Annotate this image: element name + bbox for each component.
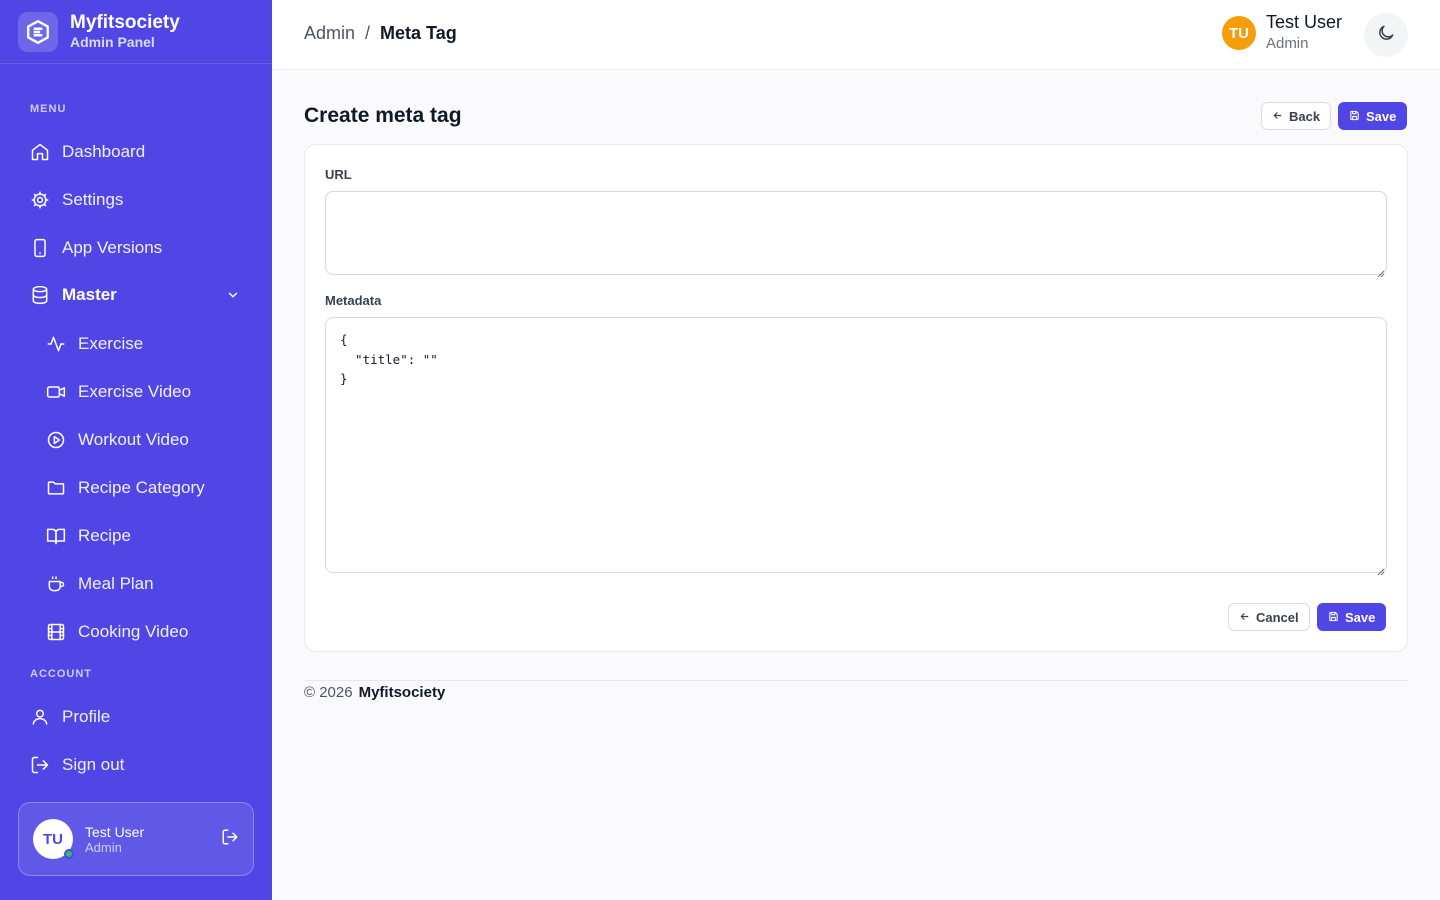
url-input[interactable] <box>325 191 1387 275</box>
sidebar: Myfitsociety Admin Panel MENU Dashboard … <box>0 0 272 900</box>
footer-copyright: © 2026 <box>304 684 353 701</box>
save-icon <box>1328 610 1339 625</box>
sidebar-item-label: Settings <box>62 190 124 209</box>
sidebar-user-card: TU Test User Admin <box>18 802 254 876</box>
chevron-down-icon <box>226 287 240 307</box>
menu-section-label: MENU <box>30 103 67 115</box>
video-camera-icon <box>46 382 66 402</box>
account-section-label: ACCOUNT <box>30 668 92 680</box>
film-icon <box>46 622 66 642</box>
footer-brand[interactable]: Myfitsociety <box>359 684 446 701</box>
topbar: Admin / Meta Tag TU Test User Admin <box>272 0 1440 70</box>
save-button[interactable]: Save <box>1338 102 1408 130</box>
metadata-label: Metadata <box>325 293 382 308</box>
sidebar-item-label: Sign out <box>62 755 125 774</box>
form-save-button[interactable]: Save <box>1317 603 1387 631</box>
sidebar-item-exercise[interactable]: Exercise <box>34 324 254 364</box>
sidebar-item-meal-plan[interactable]: Meal Plan <box>34 564 254 604</box>
avatar-initials: TU <box>43 830 63 848</box>
online-status-dot <box>64 849 74 859</box>
brand[interactable]: Myfitsociety Admin Panel <box>0 0 272 64</box>
back-button[interactable]: Back <box>1261 102 1332 130</box>
activity-icon <box>46 334 66 354</box>
arrow-left-icon <box>1272 109 1283 124</box>
book-open-icon <box>46 526 66 546</box>
breadcrumb-current: Meta Tag <box>380 23 457 43</box>
breadcrumb-separator: / <box>365 23 371 43</box>
avatar: TU <box>1221 16 1256 50</box>
avatar[interactable]: TU <box>33 819 74 859</box>
user-role: Admin <box>1265 35 1309 52</box>
metadata-textarea[interactable]: { "title": "" } <box>325 317 1387 573</box>
back-button-label: Back <box>1289 108 1321 124</box>
sidebar-item-cooking-video[interactable]: Cooking Video <box>34 612 254 652</box>
page-title: Create meta tag <box>304 104 462 127</box>
sidebar-item-label: App Versions <box>62 238 163 257</box>
cancel-button-label: Cancel <box>1256 609 1299 625</box>
meta-tag-form: URL Metadata { "title": "" } Cancel Save <box>304 144 1408 652</box>
sidebar-item-recipe[interactable]: Recipe <box>34 516 254 556</box>
breadcrumb: Admin / Meta Tag <box>304 23 457 44</box>
sidebar-item-workout-video[interactable]: Workout Video <box>34 420 254 460</box>
user-icon <box>30 707 50 727</box>
sidebar-item-exercise-video[interactable]: Exercise Video <box>34 372 254 412</box>
play-circle-icon <box>46 430 66 450</box>
sidebar-item-label: Meal Plan <box>78 574 154 593</box>
sidebar-item-label: Workout Video <box>78 430 189 449</box>
save-button-label: Save <box>1366 108 1397 124</box>
url-label: URL <box>325 167 352 182</box>
user-name: Test User <box>1265 12 1342 32</box>
brand-name: Myfitsociety <box>70 11 180 33</box>
logo-icon <box>18 11 58 52</box>
user-name: Test User <box>85 823 145 840</box>
moon-icon <box>1376 23 1396 48</box>
sidebar-item-recipe-category[interactable]: Recipe Category <box>34 468 254 508</box>
gear-icon <box>30 190 50 210</box>
breadcrumb-root[interactable]: Admin <box>304 23 355 44</box>
sidebar-item-label: Recipe Category <box>78 478 205 497</box>
sidebar-item-label: Cooking Video <box>78 622 189 641</box>
sidebar-item-label: Master <box>62 285 117 304</box>
folder-icon <box>46 478 66 498</box>
sign-out-icon <box>30 755 50 775</box>
logout-icon[interactable] <box>221 828 239 851</box>
sidebar-item-settings[interactable]: Settings <box>18 180 254 220</box>
sidebar-item-master[interactable]: Master <box>18 275 254 315</box>
coffee-cup-icon <box>46 574 66 594</box>
sidebar-item-label: Exercise Video <box>78 382 192 401</box>
cancel-button[interactable]: Cancel <box>1228 603 1310 631</box>
sidebar-item-label: Recipe <box>78 526 131 545</box>
sidebar-item-dashboard[interactable]: Dashboard <box>18 132 254 172</box>
database-icon <box>30 285 50 305</box>
brand-subtitle: Admin Panel <box>70 33 155 50</box>
theme-toggle-button[interactable] <box>1364 13 1408 57</box>
sidebar-item-sign-out[interactable]: Sign out <box>18 745 254 785</box>
sidebar-item-label: Profile <box>62 707 111 726</box>
sidebar-item-profile[interactable]: Profile <box>18 697 254 737</box>
home-icon <box>30 142 50 162</box>
save-icon <box>1349 109 1360 124</box>
user-role: Admin <box>85 839 122 855</box>
smartphone-icon <box>30 238 50 258</box>
sidebar-item-app-versions[interactable]: App Versions <box>18 228 254 268</box>
save-button-label: Save <box>1345 609 1376 625</box>
footer: © 2026 Myfitsociety <box>304 680 1408 701</box>
sidebar-item-label: Dashboard <box>62 142 146 161</box>
header-user[interactable]: TU Test User Admin <box>1221 12 1342 54</box>
sidebar-item-label: Exercise <box>78 334 144 353</box>
arrow-left-icon <box>1239 610 1250 625</box>
